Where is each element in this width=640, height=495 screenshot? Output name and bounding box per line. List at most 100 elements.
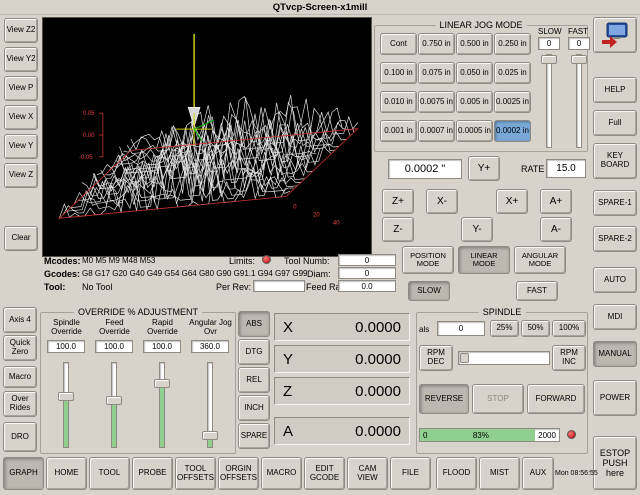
override-value-field: 360.0 xyxy=(191,340,229,353)
feed-override-slider[interactable] xyxy=(106,362,122,448)
gcode-3d-preview[interactable]: 0.05 0.00 -0.05 0 20 40 xyxy=(42,17,372,257)
rapid-override-slider[interactable] xyxy=(154,362,170,448)
aux-button[interactable]: AUX xyxy=(522,457,554,490)
angular-jog-override-slider[interactable] xyxy=(202,362,218,448)
view-y-button[interactable]: View Y xyxy=(4,134,38,159)
jog-fast-button[interactable]: FAST xyxy=(516,281,558,301)
tab-tool-offsets[interactable]: TOOL OFFSETS xyxy=(175,457,216,490)
estop-button[interactable]: ESTOP PUSH here xyxy=(593,436,637,490)
rpm-increase-button[interactable]: RPM INC xyxy=(552,345,586,371)
bar-percent-label: 83% xyxy=(473,431,489,440)
help-button[interactable]: HELP xyxy=(593,77,637,103)
tab-file[interactable]: FILE xyxy=(390,457,431,490)
jog-increment-button[interactable]: 0.100 in xyxy=(380,62,417,84)
jog-a-minus-button[interactable]: A- xyxy=(540,217,572,242)
keyboard-button[interactable]: KEY BOARD xyxy=(593,143,637,179)
spindle-50pct-button[interactable]: 50% xyxy=(521,320,550,337)
jog-increment-button[interactable]: 0.500 in xyxy=(456,33,493,55)
jog-increment-button[interactable]: 0.010 in xyxy=(380,91,417,113)
view-x-button[interactable]: View X xyxy=(4,105,38,130)
jog-increment-button[interactable]: 0.0007 in xyxy=(418,120,455,142)
tab-edit-gcode[interactable]: EDIT GCODE xyxy=(304,457,345,490)
jog-increment-button[interactable]: 0.050 in xyxy=(456,62,493,84)
jog-slow-button[interactable]: SLOW xyxy=(408,281,450,301)
jog-a-plus-button[interactable]: A+ xyxy=(540,189,572,214)
flood-button[interactable]: FLOOD xyxy=(436,457,477,490)
spindle-speed-slider[interactable] xyxy=(458,351,550,365)
jog-increment-button[interactable]: 0.0025 in xyxy=(494,91,531,113)
view-z-button[interactable]: View Z xyxy=(4,163,38,188)
plot-y-tick: 0.05 xyxy=(83,111,95,117)
jog-increment-button[interactable]: 0.750 in xyxy=(418,33,455,55)
quick-zero-button[interactable]: Quick Zero xyxy=(3,335,37,361)
tab-graph[interactable]: GRAPH xyxy=(3,457,44,490)
slow-jog-slider[interactable] xyxy=(541,54,557,148)
spindle-reverse-button[interactable]: REVERSE xyxy=(419,384,469,414)
jog-z-plus-button[interactable]: Z+ xyxy=(382,189,414,214)
view-y2-button[interactable]: View Y2 xyxy=(4,47,38,72)
position-mode-button[interactable]: POSITION MODE xyxy=(402,246,454,274)
spare1-button[interactable]: SPARE-1 xyxy=(593,190,637,216)
jog-increment-button[interactable]: 0.001 in xyxy=(380,120,417,142)
tab-macro[interactable]: MACRO xyxy=(261,457,302,490)
jog-increment-button-selected[interactable]: 0.0002 in xyxy=(494,120,531,142)
jog-increment-button[interactable]: 0.005 in xyxy=(456,91,493,113)
jog-increment-button[interactable]: Cont xyxy=(380,33,417,55)
tab-cam-view[interactable]: CAM VIEW xyxy=(347,457,388,490)
jog-y-plus-button[interactable]: Y+ xyxy=(468,156,500,181)
dro-rel-button[interactable]: REL xyxy=(238,367,270,393)
override-label: Angular Jog Ovr xyxy=(187,318,234,336)
full-button[interactable]: Full xyxy=(593,110,637,136)
dro-abs-button[interactable]: ABS xyxy=(238,311,270,337)
limits-label: Limits: xyxy=(229,256,255,266)
mdi-mode-button[interactable]: MDI xyxy=(593,304,637,330)
view-clear-button[interactable]: Clear xyxy=(4,226,38,251)
spindle-forward-button[interactable]: FORWARD xyxy=(527,384,585,414)
dro-side-button[interactable]: DRO xyxy=(3,422,37,452)
jog-increment-button[interactable]: 0.025 in xyxy=(494,62,531,84)
jog-increment-button[interactable]: 0.0075 in xyxy=(418,91,455,113)
linear-mode-button[interactable]: LINEAR MODE xyxy=(458,246,510,274)
exit-button[interactable] xyxy=(593,17,637,53)
axis-select-button[interactable]: Axis 4 xyxy=(3,307,37,333)
tab-home[interactable]: HOME xyxy=(46,457,87,490)
auto-mode-button[interactable]: AUTO xyxy=(593,267,637,293)
spare2-button[interactable]: SPARE-2 xyxy=(593,226,637,252)
angular-mode-button[interactable]: ANGULAR MODE xyxy=(514,246,566,274)
tool-value: No Tool xyxy=(82,282,112,292)
fast-slider-label: FAST xyxy=(568,27,588,36)
dro-spare-button[interactable]: SPARE xyxy=(238,423,270,449)
plot-x-tick: 20 xyxy=(313,212,320,218)
rpm-decrease-button[interactable]: RPM DEC xyxy=(419,345,453,371)
spindle-stop-button[interactable]: STOP xyxy=(472,384,524,414)
tab-origin-offsets[interactable]: ORGIN OFFSETS xyxy=(218,457,259,490)
jog-x-minus-button[interactable]: X- xyxy=(426,189,458,214)
window-title: QTvcp-Screen-x1mill xyxy=(0,0,640,15)
power-button[interactable]: POWER xyxy=(593,380,637,416)
dro-inch-button[interactable]: INCH xyxy=(238,395,270,421)
plot-x-tick: 40 xyxy=(333,220,340,226)
macro-side-button[interactable]: Macro xyxy=(3,366,37,388)
jog-x-plus-button[interactable]: X+ xyxy=(496,189,528,214)
jog-increment-button[interactable]: 0.075 in xyxy=(418,62,455,84)
dro-dtg-button[interactable]: DTG xyxy=(238,339,270,365)
slow-value-field: 0 xyxy=(538,37,560,50)
spindle-override-slider[interactable] xyxy=(58,362,74,448)
jog-increment-button[interactable]: 0.250 in xyxy=(494,33,531,55)
tool-numb-field: 0 xyxy=(338,254,396,266)
view-p-button[interactable]: View P xyxy=(4,76,38,101)
jog-y-minus-button[interactable]: Y- xyxy=(461,217,493,242)
overrides-side-button[interactable]: Over Rides xyxy=(3,391,37,417)
view-z2-button[interactable]: View Z2 xyxy=(4,18,38,43)
mist-button[interactable]: MIST xyxy=(479,457,520,490)
spindle-100pct-button[interactable]: 100% xyxy=(552,320,586,337)
tab-probe[interactable]: PROBE xyxy=(132,457,173,490)
tab-tool[interactable]: TOOL xyxy=(89,457,130,490)
override-value-field: 100.0 xyxy=(143,340,181,353)
slow-slider-label: SLOW xyxy=(538,27,562,36)
manual-mode-button[interactable]: MANUAL xyxy=(593,341,637,367)
fast-jog-slider[interactable] xyxy=(571,54,587,148)
spindle-25pct-button[interactable]: 25% xyxy=(490,320,519,337)
jog-increment-button[interactable]: 0.0005 in xyxy=(456,120,493,142)
jog-z-minus-button[interactable]: Z- xyxy=(382,217,414,242)
